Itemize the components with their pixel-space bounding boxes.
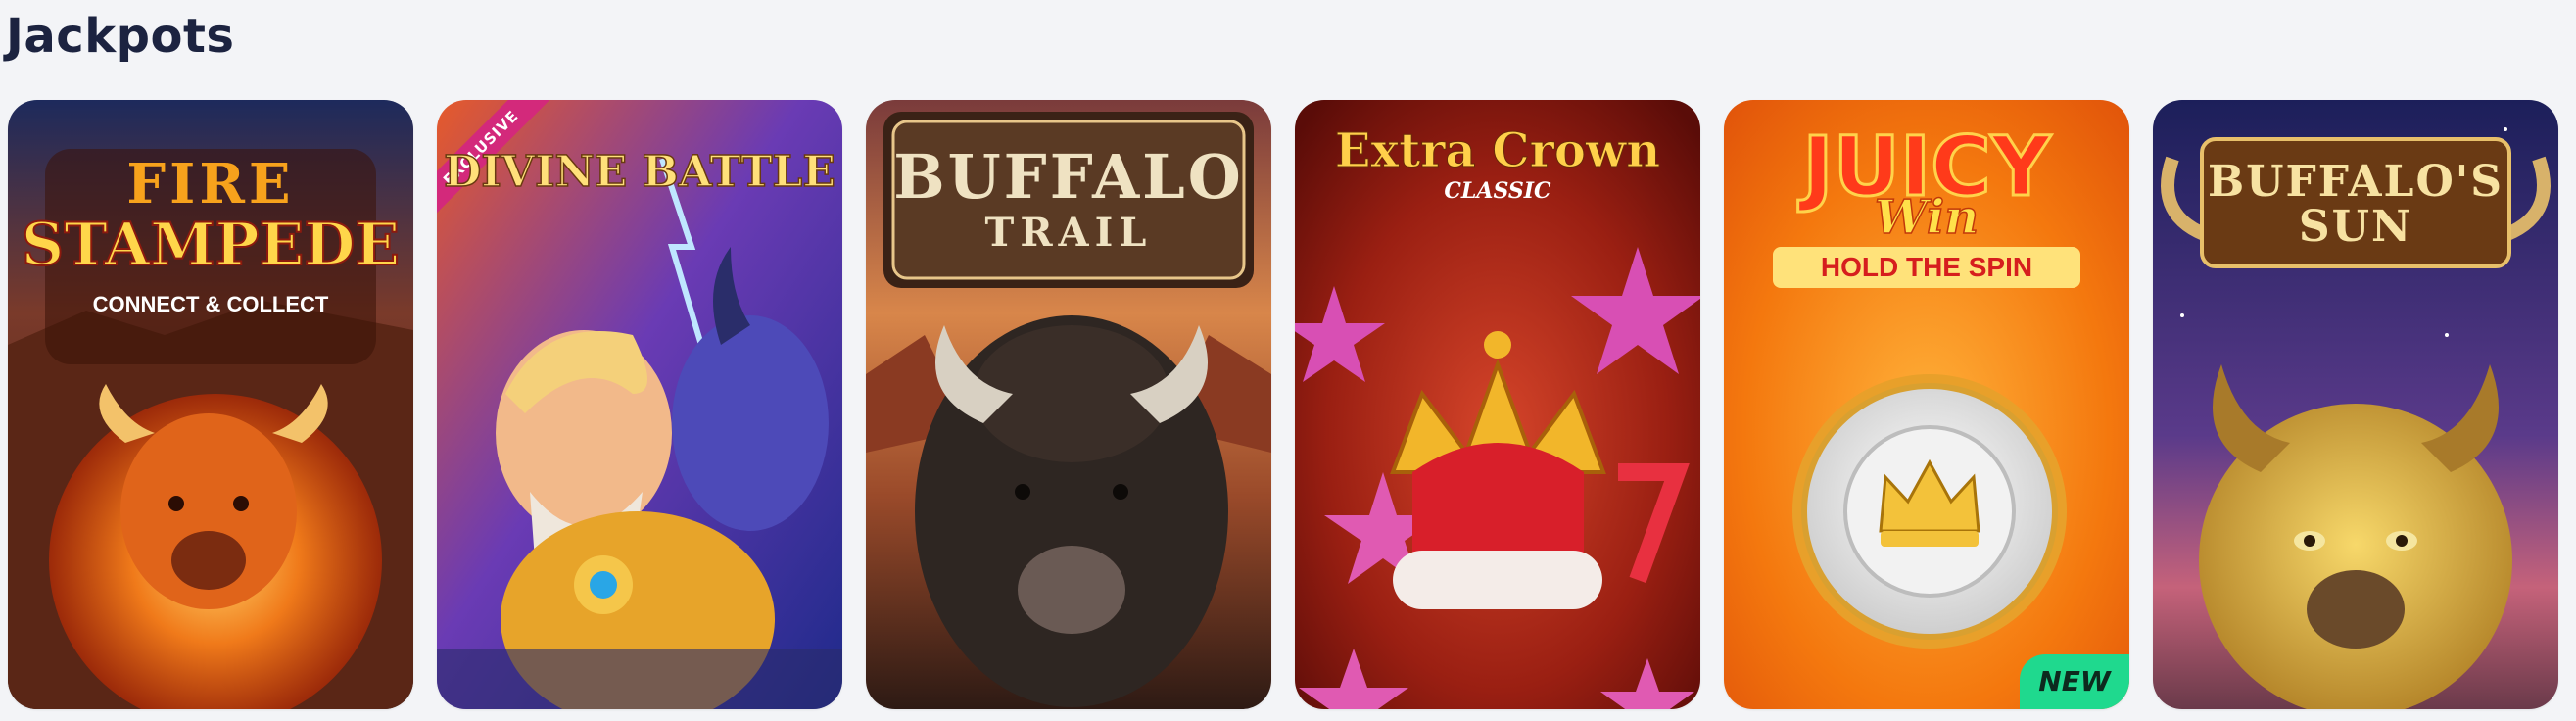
game-card-buffalos-sun[interactable]: BUFFALO'S SUN [2153,100,2558,709]
game-logo-line2: SUN [2298,202,2413,252]
game-card-buffalo-trail[interactable]: BUFFALO TRAIL [866,100,1271,709]
game-logo-line1: FIRE [126,152,295,216]
game-logo-line1: BUFFALO'S [2207,157,2504,207]
game-logo-subtitle: CLASSIC [1444,178,1551,204]
game-logo-line2: STAMPEDE [21,211,401,279]
game-logo-line1: Extra Crown [1334,123,1661,178]
game-logo-subtitle: CONNECT & COLLECT [92,292,329,316]
game-logo-subtitle: HOLD THE SPIN [1773,247,2080,288]
game-card-juicy-win[interactable]: JUICY Win HOLD THE SPIN NEW [1724,100,2129,709]
game-card-divine-battle[interactable]: EXCLUSIVE DIVINE BATTLE [437,100,842,709]
game-logo-line1: DIVINE BATTLE [443,147,835,197]
game-logo-line1: BUFFALO [893,141,1244,213]
game-logo-line2: TRAIL [984,210,1153,256]
new-badge: NEW [2020,654,2129,709]
game-logo-line2: Win [1874,190,1980,245]
game-card-fire-stampede[interactable]: FIRE STAMPEDE CONNECT & COLLECT [8,100,413,709]
game-card-extra-crown[interactable]: Extra Crown CLASSIC [1295,100,1700,709]
section-title: Jackpots [6,9,235,64]
jackpots-page: Jackpots FIRE STAMPEDE CONNECT & COLLECT… [0,0,2576,721]
game-carousel: FIRE STAMPEDE CONNECT & COLLECT EXCLUSIV… [8,100,2568,709]
